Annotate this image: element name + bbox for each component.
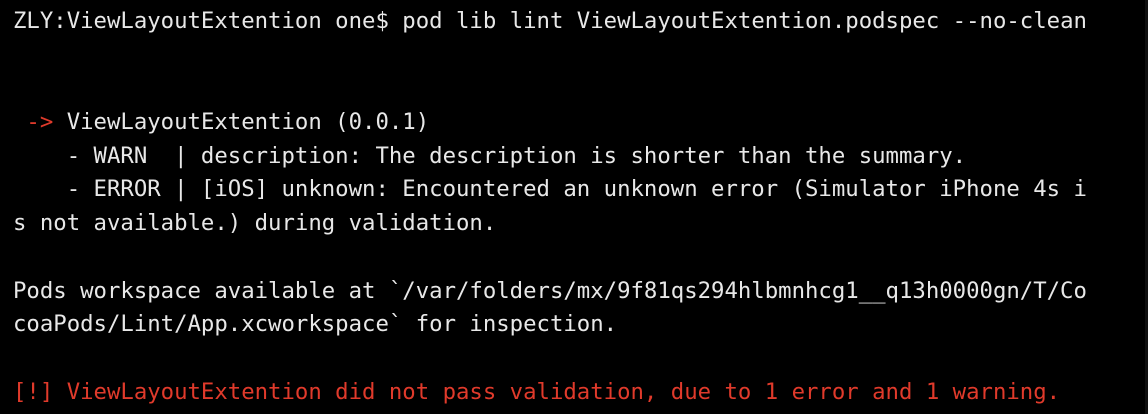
error-line: - ERROR | [iOS] unknown: Encountered an … [13, 176, 1087, 203]
command-text: pod lib lint ViewLayoutExtention.podspec… [402, 8, 1087, 34]
spec-name: ViewLayoutExtention (0.0.1) [66, 109, 430, 136]
shell-prompt: ZLY:ViewLayoutExtention one$ [13, 8, 403, 34]
arrow-icon: -> [13, 109, 67, 136]
spec-line: -> ViewLayoutExtention (0.0.1) [13, 106, 1148, 140]
validation-result-line: [!] ViewLayoutExtention did not pass val… [13, 378, 1061, 405]
terminal-window[interactable]: ZLY:ViewLayoutExtention one$ pod lib lin… [0, 0, 1148, 414]
warn-line: - WARN | description: The description is… [13, 142, 967, 169]
workspace-line: Pods workspace available at `/var/folder… [13, 277, 1087, 304]
error-line-continued: s not available.) during validation. [13, 210, 497, 237]
workspace-line-continued: coaPods/Lint/App.xcworkspace` for inspec… [13, 311, 618, 338]
command-line: ZLY:ViewLayoutExtention one$ pod lib lin… [13, 5, 1148, 39]
